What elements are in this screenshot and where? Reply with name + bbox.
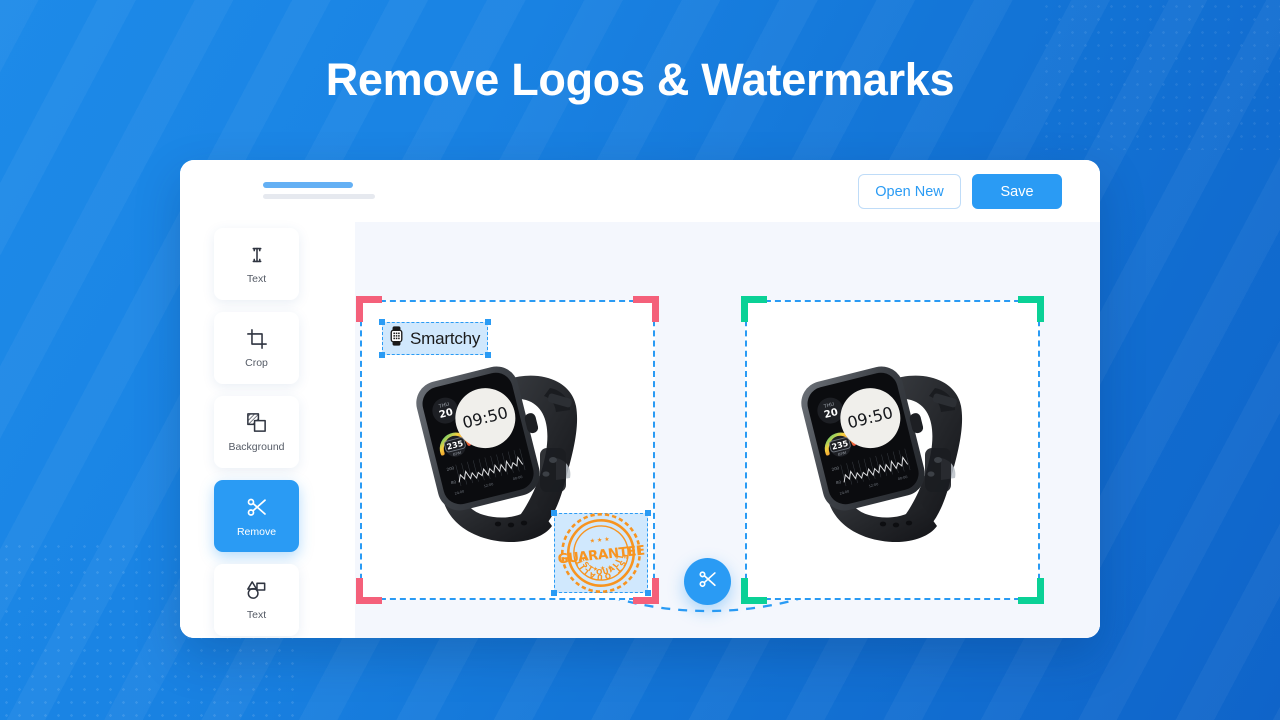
sidebar-item-label: Crop xyxy=(245,356,268,369)
page-title-prefix: Remove xyxy=(325,54,500,105)
shapes-icon xyxy=(245,579,268,602)
header-placeholder-bar-secondary xyxy=(263,194,375,199)
smartwatch-icon xyxy=(388,326,405,351)
header-buttons: Open New Save xyxy=(858,174,1062,209)
app-window: Open New Save Text Crop Background Remov… xyxy=(180,160,1100,638)
sidebar-item-label: Text xyxy=(246,272,267,285)
logo-handle-tr[interactable] xyxy=(485,319,492,325)
after-corner-bottom-left xyxy=(741,578,767,604)
logo-handle-tl[interactable] xyxy=(379,319,385,325)
after-corner-top-right xyxy=(1018,296,1044,322)
sidebar-item-background[interactable]: Background xyxy=(214,396,299,468)
before-corner-bottom-left xyxy=(356,578,382,604)
logo-handle-bl[interactable] xyxy=(379,352,385,358)
page-title-rest: Logos & Watermarks xyxy=(499,54,955,105)
sidebar-item-shapes-text[interactable]: Text xyxy=(214,564,299,636)
screenshot-stage: Remove Logos & Watermarks Open New Save xyxy=(0,0,1280,720)
sidebar-item-label: Remove xyxy=(236,525,277,538)
crop-icon xyxy=(246,328,268,350)
sidebar-item-text-cursor[interactable]: Text xyxy=(214,228,299,300)
sidebar-item-label: Background xyxy=(228,441,285,453)
header-placeholder-bars xyxy=(263,182,375,199)
scissors-icon xyxy=(245,495,269,519)
logo-watermark-selection[interactable]: Smartchy xyxy=(379,319,492,358)
scissors-icon xyxy=(697,568,719,595)
badge-watermark-selection[interactable]: BEST QUALITY BEST QUALITY ★ ★ ★ ★ ★ ★ GU… xyxy=(551,506,651,596)
badge-handle-tl[interactable] xyxy=(551,510,557,516)
badge-handle-br[interactable] xyxy=(645,590,651,596)
guarantee-badge-icon: BEST QUALITY BEST QUALITY ★ ★ ★ ★ ★ ★ GU… xyxy=(554,506,646,593)
after-image-panel[interactable]: THU 20 235 BPM 09:50 200 80 24:00 12:00 … xyxy=(741,296,1044,604)
sidebar-item-crop[interactable]: Crop xyxy=(214,312,299,384)
svg-text:★ ★ ★: ★ ★ ★ xyxy=(589,536,610,545)
page-title-highlight: Remove xyxy=(325,54,500,106)
app-body: Text Crop Background Remove Text THU 20 … xyxy=(180,222,1100,638)
smartwatch-product-image-clean: THU 20 235 BPM 09:50 200 80 24:00 12:00 … xyxy=(801,366,963,543)
after-corner-top-left xyxy=(741,296,767,322)
page-title: Remove Logos & Watermarks xyxy=(0,54,1280,106)
sidebar-item-label: Text xyxy=(246,609,267,621)
tool-sidebar: Text Crop Background Remove Text xyxy=(180,222,355,638)
header-placeholder-bar-primary xyxy=(263,182,353,188)
before-corner-top-right xyxy=(633,296,659,322)
app-header: Open New Save xyxy=(180,160,1100,222)
background-layers-icon xyxy=(245,411,268,434)
before-image-panel[interactable]: THU 20 235 BPM 09:50 200 80 24:00 12:00 … xyxy=(356,296,659,604)
sidebar-item-remove[interactable]: Remove xyxy=(214,480,299,552)
save-button[interactable]: Save xyxy=(972,174,1062,209)
badge-handle-tr[interactable] xyxy=(645,510,651,516)
badge-handle-bl[interactable] xyxy=(551,590,557,596)
editor-canvas: THU 20 235 BPM 09:50 200 80 24:00 12:00 … xyxy=(355,222,1100,638)
text-cursor-icon xyxy=(246,244,268,266)
open-new-button[interactable]: Open New xyxy=(858,174,961,209)
remove-action-button[interactable] xyxy=(684,558,731,605)
logo-watermark-text: Smartchy xyxy=(410,328,481,348)
logo-handle-br[interactable] xyxy=(485,352,492,358)
after-corner-bottom-right xyxy=(1018,578,1044,604)
